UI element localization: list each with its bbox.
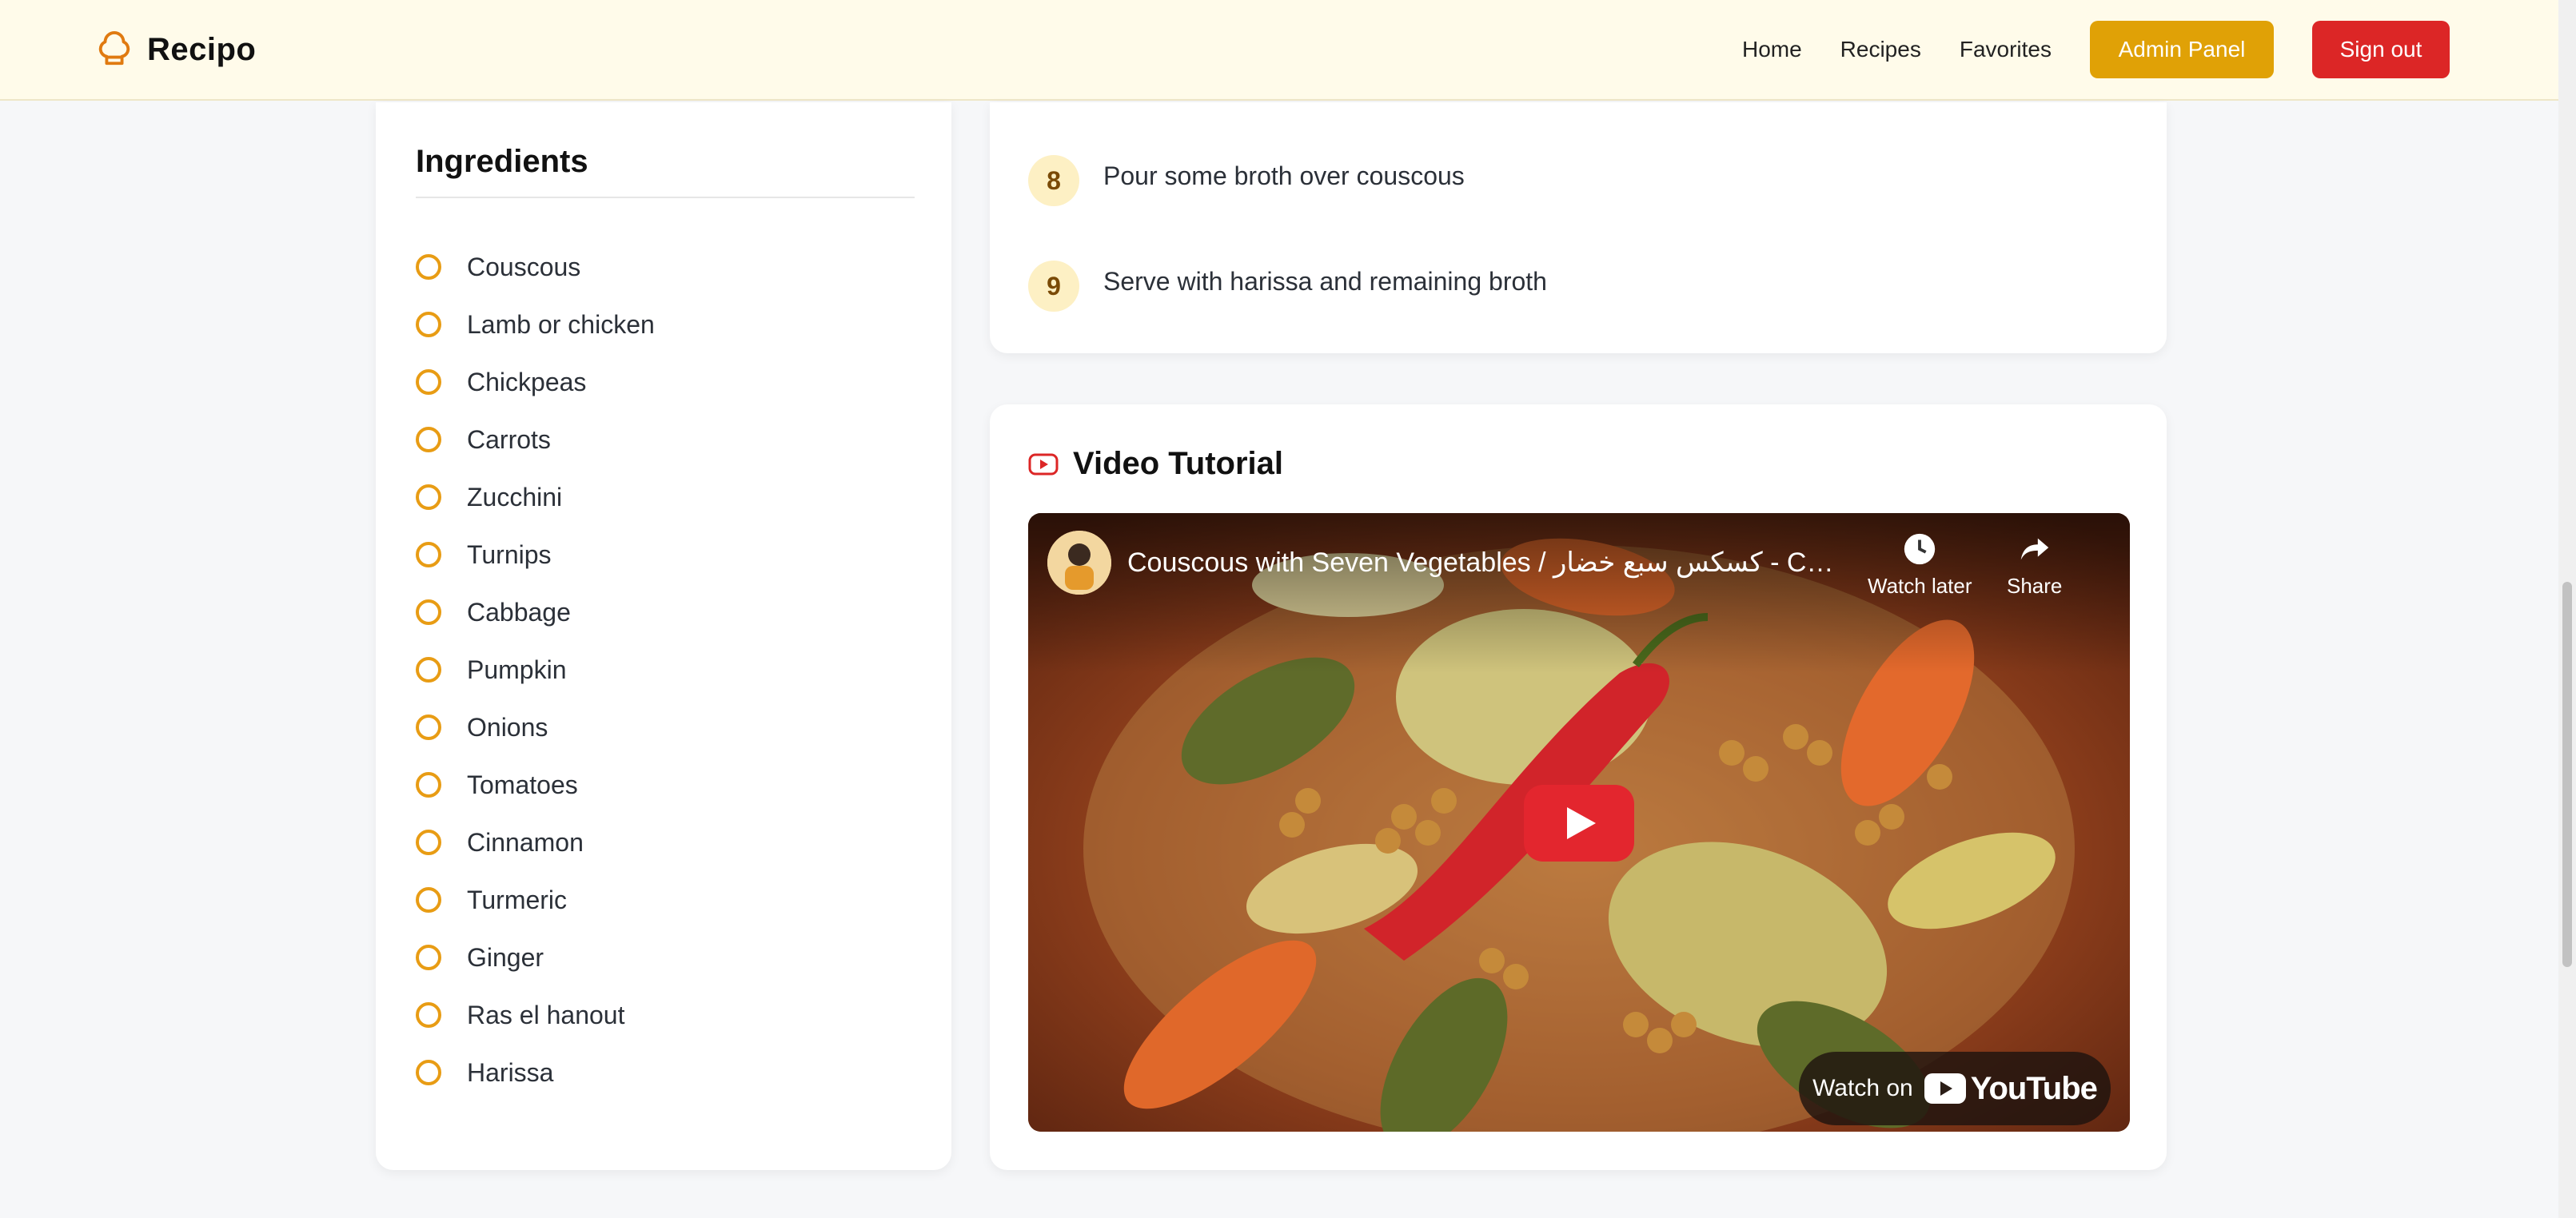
- ingredient-checkbox[interactable]: [416, 657, 441, 683]
- video-section-title: Video Tutorial: [1073, 446, 1283, 481]
- ingredient-checkbox[interactable]: [416, 254, 441, 280]
- ingredient-item[interactable]: Turnips: [416, 526, 655, 583]
- ingredient-checkbox[interactable]: [416, 830, 441, 855]
- ingredient-checkbox[interactable]: [416, 887, 441, 913]
- ingredient-item[interactable]: Couscous: [416, 238, 655, 296]
- ingredient-checkbox[interactable]: [416, 1002, 441, 1028]
- ingredient-item[interactable]: Harissa: [416, 1044, 655, 1101]
- watch-later-label: Watch later: [1868, 574, 1972, 598]
- ingredient-checkbox[interactable]: [416, 427, 441, 452]
- brand-logo[interactable]: Recipo: [96, 27, 256, 72]
- ingredient-checkbox[interactable]: [416, 1060, 441, 1085]
- play-button-icon[interactable]: [1524, 785, 1634, 862]
- brand-name: Recipo: [147, 31, 257, 67]
- ingredient-checkbox[interactable]: [416, 772, 441, 798]
- ingredient-checkbox[interactable]: [416, 484, 441, 510]
- chef-hat-icon: [98, 31, 130, 66]
- youtube-logo: YouTube: [1924, 1070, 2098, 1107]
- ingredients-title: Ingredients: [416, 144, 588, 179]
- clock-icon: [1904, 533, 1936, 565]
- ingredient-label: Turnips: [467, 539, 552, 569]
- ingredients-divider: [416, 197, 915, 198]
- nav-home-link[interactable]: Home: [1742, 37, 1802, 62]
- ingredient-item[interactable]: Onions: [416, 699, 655, 756]
- video-section-header: Video Tutorial: [1028, 446, 1283, 482]
- step-text: Pour some broth over couscous: [1103, 161, 1465, 190]
- ingredient-item[interactable]: Tomatoes: [416, 756, 655, 814]
- ingredients-list: Couscous Lamb or chicken Chickpeas Carro…: [416, 238, 655, 1101]
- ingredient-label: Couscous: [467, 252, 581, 281]
- instruction-step: 8 Pour some broth over couscous: [1028, 155, 1465, 206]
- youtube-embed-player[interactable]: Couscous with Seven Vegetables / كسكس سب…: [1028, 513, 2130, 1132]
- nav-links: Home Recipes Favorites Admin Panel Sign …: [1742, 21, 2558, 78]
- channel-avatar[interactable]: [1047, 531, 1111, 595]
- ingredients-card: Ingredients Couscous Lamb or chicken Chi…: [376, 102, 951, 1170]
- ingredient-item[interactable]: Pumpkin: [416, 641, 655, 699]
- ingredient-label: Chickpeas: [467, 367, 587, 396]
- ingredient-item[interactable]: Chickpeas: [416, 353, 655, 411]
- youtube-wordmark: YouTube: [1970, 1070, 2098, 1106]
- ingredient-item[interactable]: Carrots: [416, 411, 655, 468]
- ingredient-item[interactable]: Cabbage: [416, 583, 655, 641]
- ingredient-item[interactable]: Lamb or chicken: [416, 296, 655, 353]
- ingredient-checkbox[interactable]: [416, 369, 441, 395]
- ingredient-item[interactable]: Ras el hanout: [416, 986, 655, 1044]
- sign-out-button[interactable]: Sign out: [2312, 21, 2450, 78]
- video-tutorial-card: Video Tutorial Couscous with Seven Veget…: [990, 404, 2167, 1170]
- step-number-badge: 8: [1028, 155, 1079, 206]
- ingredient-label: Carrots: [467, 424, 551, 454]
- ingredient-checkbox[interactable]: [416, 714, 441, 740]
- ingredient-checkbox[interactable]: [416, 599, 441, 625]
- watch-on-label: Watch on: [1812, 1075, 1913, 1101]
- ingredient-label: Turmeric: [467, 885, 568, 914]
- ingredient-label: Cinnamon: [467, 827, 584, 857]
- ingredient-label: Cabbage: [467, 597, 571, 627]
- top-navbar: Recipo Home Recipes Favorites Admin Pane…: [0, 0, 2558, 101]
- ingredient-item[interactable]: Cinnamon: [416, 814, 655, 871]
- step-number-badge: 9: [1028, 261, 1079, 312]
- nav-recipes-link[interactable]: Recipes: [1840, 37, 1921, 62]
- video-title-link[interactable]: Couscous with Seven Vegetables / كسكس سب…: [1127, 547, 1847, 579]
- scrollbar-thumb[interactable]: [2562, 582, 2572, 967]
- ingredient-label: Tomatoes: [467, 770, 578, 799]
- ingredient-label: Onions: [467, 712, 548, 742]
- step-text: Serve with harissa and remaining broth: [1103, 266, 1547, 296]
- ingredient-item[interactable]: Ginger: [416, 929, 655, 986]
- admin-panel-button[interactable]: Admin Panel: [2090, 21, 2274, 78]
- watch-on-youtube-button[interactable]: Watch on YouTube: [1799, 1052, 2111, 1125]
- nav-favorites-link[interactable]: Favorites: [1960, 37, 2052, 62]
- ingredient-label: Harissa: [467, 1057, 554, 1087]
- share-button[interactable]: Share: [2007, 531, 2062, 599]
- instruction-step: 9 Serve with harissa and remaining broth: [1028, 261, 1547, 312]
- ingredient-checkbox[interactable]: [416, 542, 441, 567]
- youtube-icon: [1028, 453, 1059, 475]
- watch-later-button[interactable]: Watch later: [1868, 531, 1972, 599]
- ingredient-item[interactable]: Turmeric: [416, 871, 655, 929]
- ingredient-checkbox[interactable]: [416, 945, 441, 970]
- page-scrollbar[interactable]: [2558, 0, 2576, 1218]
- instructions-card: 8 Pour some broth over couscous 9 Serve …: [990, 102, 2167, 353]
- ingredient-label: Ras el hanout: [467, 1000, 625, 1029]
- share-arrow-icon: [2020, 538, 2048, 560]
- ingredient-label: Ginger: [467, 942, 544, 972]
- ingredient-label: Zucchini: [467, 482, 563, 511]
- ingredient-checkbox[interactable]: [416, 312, 441, 337]
- ingredient-label: Lamb or chicken: [467, 309, 655, 339]
- ingredient-item[interactable]: Zucchini: [416, 468, 655, 526]
- share-label: Share: [2007, 574, 2063, 598]
- ingredient-label: Pumpkin: [467, 655, 567, 684]
- youtube-play-icon: [1924, 1073, 1966, 1104]
